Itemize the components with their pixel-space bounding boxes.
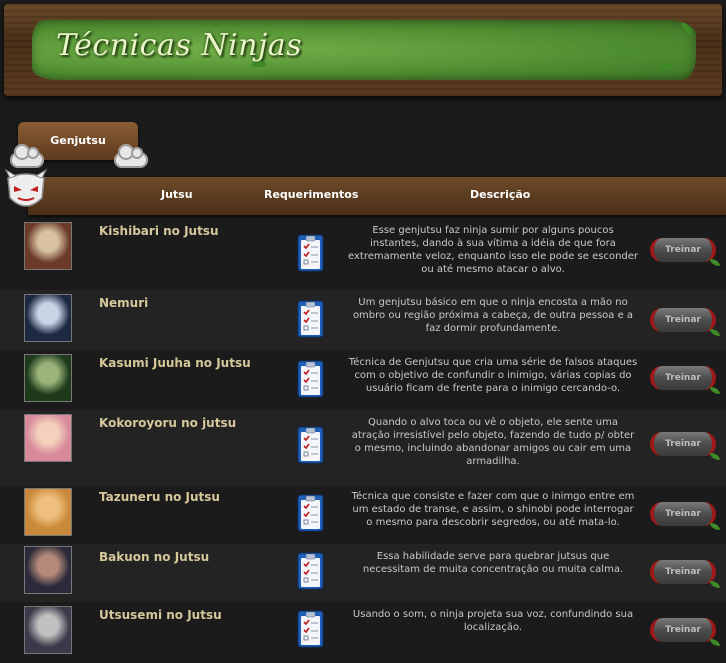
- table-row: Tazuneru no Jutsu Técnica que consiste e…: [0, 486, 726, 544]
- requirements-checklist-icon[interactable]: [297, 552, 324, 590]
- requirements-checklist-icon[interactable]: [297, 610, 324, 648]
- jutsu-avatar: [24, 546, 72, 594]
- table-row: Utsusemi no Jutsu Usando o som, o ninja …: [0, 602, 726, 663]
- jutsu-description: Usando o som, o ninja projeta sua voz, c…: [352, 609, 634, 633]
- train-button[interactable]: Treinar: [650, 502, 720, 530]
- jutsu-description: Um genjutsu básico em que o ninja encost…: [352, 297, 634, 334]
- page-title: Técnicas Ninjas: [56, 28, 303, 63]
- table-row: Bakuon no Jutsu Essa habilidade serve pa…: [0, 544, 726, 602]
- requirements-checklist-icon[interactable]: [297, 300, 324, 338]
- leaf-icon: [710, 523, 720, 530]
- mask-icon: [4, 168, 48, 207]
- train-button[interactable]: Treinar: [650, 238, 720, 266]
- train-button[interactable]: Treinar: [650, 618, 720, 646]
- jutsu-name: Tazuneru no Jutsu: [99, 490, 220, 504]
- jutsu-avatar: [24, 222, 72, 270]
- jutsu-avatar: [24, 294, 72, 342]
- leaf-icon: [710, 581, 720, 588]
- jutsu-avatar: [24, 354, 72, 402]
- table-row: Kokoroyoru no jutsu Quando o alvo toca o…: [0, 410, 726, 486]
- table-header: Jutsu Requerimentos Descrição: [28, 177, 726, 215]
- jutsu-name: Kokoroyoru no jutsu: [99, 416, 237, 430]
- jutsu-avatar: [24, 414, 72, 462]
- requirements-checklist-icon[interactable]: [297, 494, 324, 532]
- cloud-icon: [114, 144, 148, 168]
- jutsu-name: Kishibari no Jutsu: [99, 224, 219, 238]
- jutsu-description: Quando o alvo toca ou vê o objeto, ele s…: [351, 417, 635, 467]
- jutsu-name: Nemuri: [99, 296, 149, 310]
- leaf-icon: [710, 453, 720, 460]
- jutsu-description: Esse genjutsu faz ninja sumir por alguns…: [348, 225, 639, 275]
- header-description: Descrição: [470, 188, 531, 201]
- table-row: Kishibari no Jutsu Esse genjutsu faz nin…: [0, 218, 726, 290]
- jutsu-description: Técnica que consiste e fazer com que o i…: [351, 491, 635, 528]
- jutsu-description: Essa habilidade serve para quebrar jutsu…: [362, 551, 624, 575]
- train-button[interactable]: Treinar: [650, 308, 720, 336]
- leaf-icon: [710, 329, 720, 336]
- train-button[interactable]: Treinar: [650, 366, 720, 394]
- leaf-icon: [710, 387, 720, 394]
- requirements-checklist-icon[interactable]: [297, 360, 324, 398]
- jutsu-avatar: [24, 488, 72, 536]
- table-row: Nemuri Um genjutsu básico em que o ninja…: [0, 290, 726, 350]
- header-banner: Técnicas Ninjas: [4, 4, 722, 96]
- jutsu-avatar: [24, 606, 72, 654]
- leaf-icon: [710, 259, 720, 266]
- header-jutsu: Jutsu: [161, 188, 193, 201]
- jutsu-description: Técnica de Genjutsu que cria uma série d…: [348, 357, 638, 394]
- jutsu-name: Bakuon no Jutsu: [99, 550, 210, 564]
- jutsu-name: Utsusemi no Jutsu: [99, 608, 222, 622]
- cloud-icon: [10, 144, 44, 168]
- table-row: Kasumi Juuha no Jutsu Técnica de Genjuts…: [0, 350, 726, 410]
- requirements-checklist-icon[interactable]: [297, 426, 324, 464]
- jutsu-name: Kasumi Juuha no Jutsu: [99, 356, 251, 370]
- requirements-checklist-icon[interactable]: [297, 234, 324, 272]
- leaf-icon: [710, 639, 720, 646]
- header-requirements: Requerimentos: [264, 188, 359, 201]
- train-button[interactable]: Treinar: [650, 560, 720, 588]
- train-button[interactable]: Treinar: [650, 432, 720, 460]
